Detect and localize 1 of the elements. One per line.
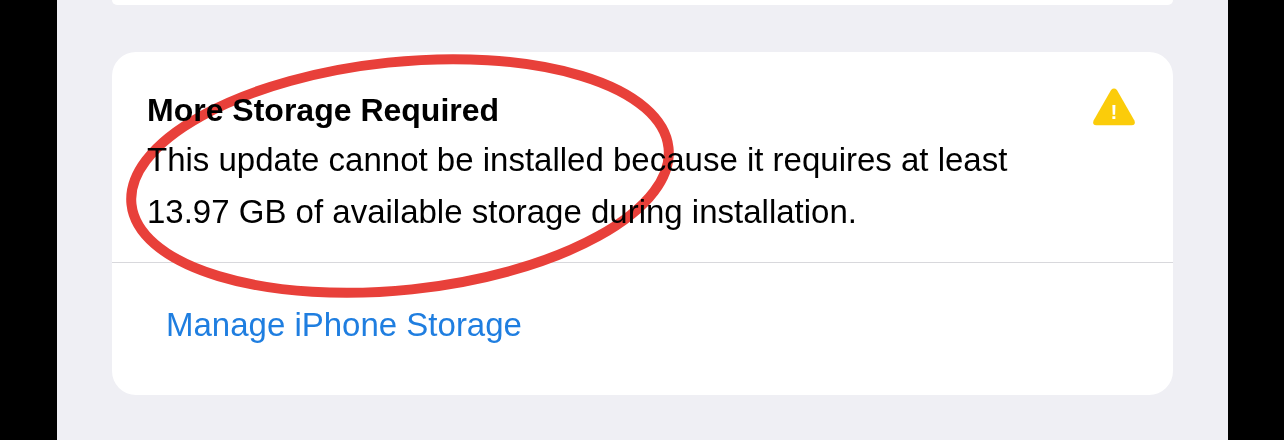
manage-storage-link[interactable]: Manage iPhone Storage [166, 306, 522, 343]
